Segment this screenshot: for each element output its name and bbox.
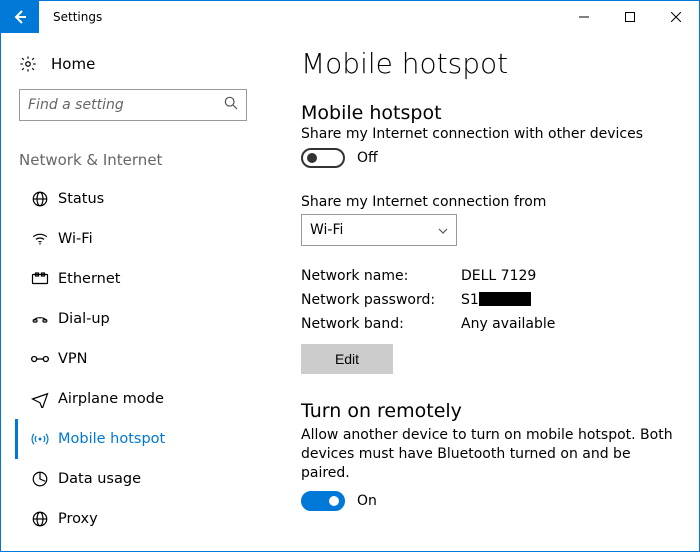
remote-description: Allow another device to turn on mobile h… (301, 426, 679, 483)
sidebar-item-label: Dial-up (58, 311, 110, 327)
network-password-label: Network password: (301, 292, 461, 308)
status-icon (22, 190, 58, 208)
vpn-icon (22, 350, 58, 368)
share-from-label: Share my Internet connection from (301, 194, 679, 210)
minimize-icon (579, 12, 589, 22)
chevron-down-icon (438, 224, 448, 237)
ethernet-icon (22, 270, 58, 288)
sidebar-item-ethernet[interactable]: Ethernet (15, 259, 251, 299)
sidebar-item-vpn[interactable]: VPN (15, 339, 251, 379)
remote-toggle-label: On (357, 493, 377, 509)
sidebar-item-label: Proxy (58, 511, 98, 527)
network-band-value: Any available (461, 316, 679, 332)
sidebar-item-label: VPN (58, 351, 88, 367)
sidebar-item-label: Wi-Fi (58, 231, 93, 247)
sidebar-item-label: Status (58, 191, 104, 207)
network-band-label: Network band: (301, 316, 461, 332)
search-input[interactable] (28, 97, 224, 113)
data-usage-icon (22, 470, 58, 488)
sidebar-item-dialup[interactable]: Dial-up (15, 299, 251, 339)
sidebar-home[interactable]: Home (15, 47, 251, 83)
network-info-table: Network name: DELL 7129 Network password… (301, 268, 679, 332)
main-panel: Mobile hotspot Mobile hotspot Share my I… (263, 33, 699, 553)
airplane-icon (22, 390, 58, 408)
sidebar-list: Status Wi-Fi Ethernet Dial-up (15, 179, 251, 539)
password-redaction (479, 292, 531, 306)
hotspot-heading: Mobile hotspot (301, 102, 679, 124)
network-password-value: S1 (461, 292, 679, 308)
hotspot-toggle[interactable] (301, 148, 345, 168)
share-from-combo[interactable]: Wi-Fi (301, 214, 457, 246)
hotspot-icon (22, 430, 58, 448)
gear-icon (19, 55, 51, 73)
wifi-icon (22, 230, 58, 248)
sidebar-item-label: Mobile hotspot (58, 431, 165, 447)
search-box[interactable] (19, 89, 247, 121)
sidebar-item-wifi[interactable]: Wi-Fi (15, 219, 251, 259)
sidebar-group-label: Network & Internet (15, 121, 251, 179)
maximize-button[interactable] (607, 1, 653, 33)
network-name-value: DELL 7129 (461, 268, 679, 284)
share-from-value: Wi-Fi (310, 222, 343, 238)
sidebar-item-airplane[interactable]: Airplane mode (15, 379, 251, 419)
sidebar-item-status[interactable]: Status (15, 179, 251, 219)
sidebar-item-data-usage[interactable]: Data usage (15, 459, 251, 499)
sidebar-item-proxy[interactable]: Proxy (15, 499, 251, 539)
edit-button[interactable]: Edit (301, 344, 393, 374)
sidebar-item-label: Airplane mode (58, 391, 164, 407)
remote-heading: Turn on remotely (301, 400, 679, 422)
maximize-icon (625, 12, 635, 22)
hotspot-description: Share my Internet connection with other … (301, 126, 679, 142)
arrow-left-icon (12, 9, 28, 25)
sidebar-item-label: Ethernet (58, 271, 120, 287)
sidebar-home-label: Home (51, 55, 95, 73)
proxy-icon (22, 510, 58, 528)
close-icon (671, 12, 681, 22)
close-button[interactable] (653, 1, 699, 33)
sidebar-item-label: Data usage (58, 471, 141, 487)
sidebar-item-hotspot[interactable]: Mobile hotspot (15, 419, 251, 459)
page-title: Mobile hotspot (301, 47, 679, 80)
sidebar: Home Network & Internet Status Wi-Fi (1, 33, 263, 553)
remote-toggle[interactable] (301, 491, 345, 511)
network-name-label: Network name: (301, 268, 461, 284)
window-title: Settings (39, 1, 102, 33)
minimize-button[interactable] (561, 1, 607, 33)
titlebar: Settings (1, 1, 699, 33)
back-button[interactable] (1, 1, 39, 33)
dialup-icon (22, 310, 58, 328)
hotspot-toggle-label: Off (357, 150, 378, 166)
search-icon (224, 96, 238, 114)
